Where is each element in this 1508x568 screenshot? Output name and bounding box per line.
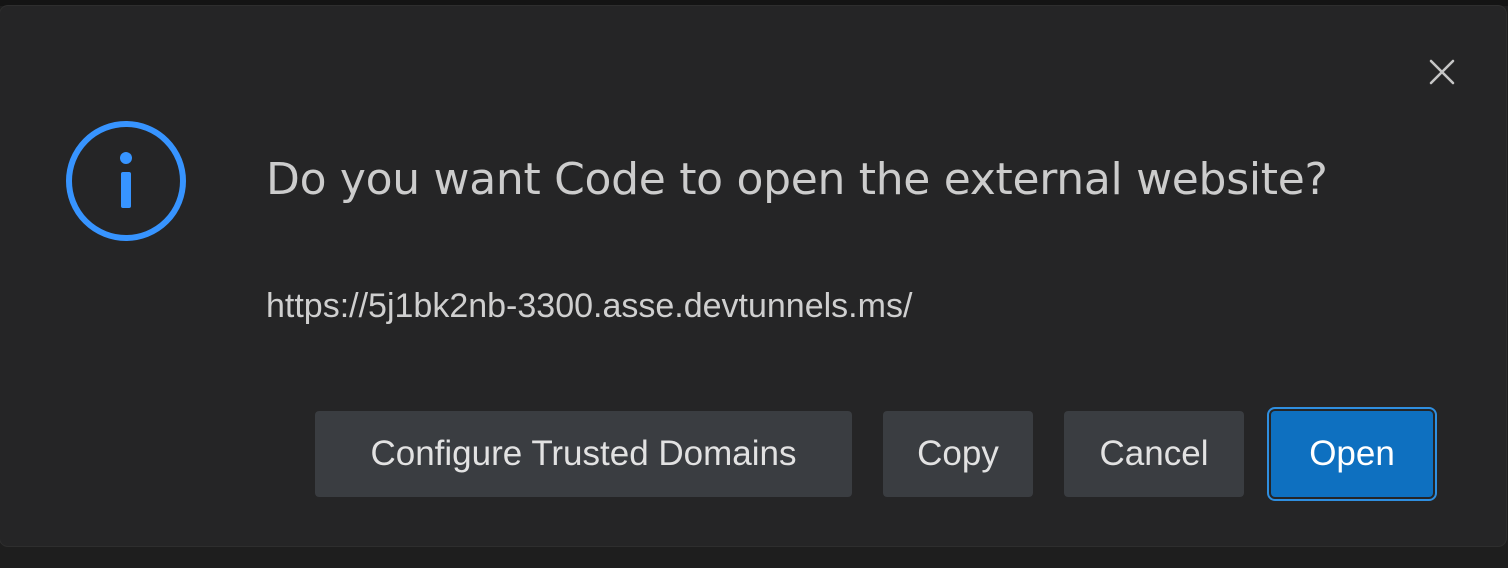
dialog-message: Do you want Code to open the external we… xyxy=(266,154,1328,205)
app-window: Do you want Code to open the external we… xyxy=(0,0,1508,568)
close-button[interactable] xyxy=(1420,50,1464,94)
configure-trusted-domains-button[interactable]: Configure Trusted Domains xyxy=(315,411,852,497)
info-icon xyxy=(66,121,186,241)
open-button[interactable]: Open xyxy=(1267,407,1437,501)
open-external-website-dialog: Do you want Code to open the external we… xyxy=(0,6,1506,546)
cancel-button[interactable]: Cancel xyxy=(1064,411,1244,497)
dialog-detail-url: https://5j1bk2nb-3300.asse.devtunnels.ms… xyxy=(266,287,913,325)
close-icon xyxy=(1429,59,1455,85)
copy-button[interactable]: Copy xyxy=(883,411,1033,497)
